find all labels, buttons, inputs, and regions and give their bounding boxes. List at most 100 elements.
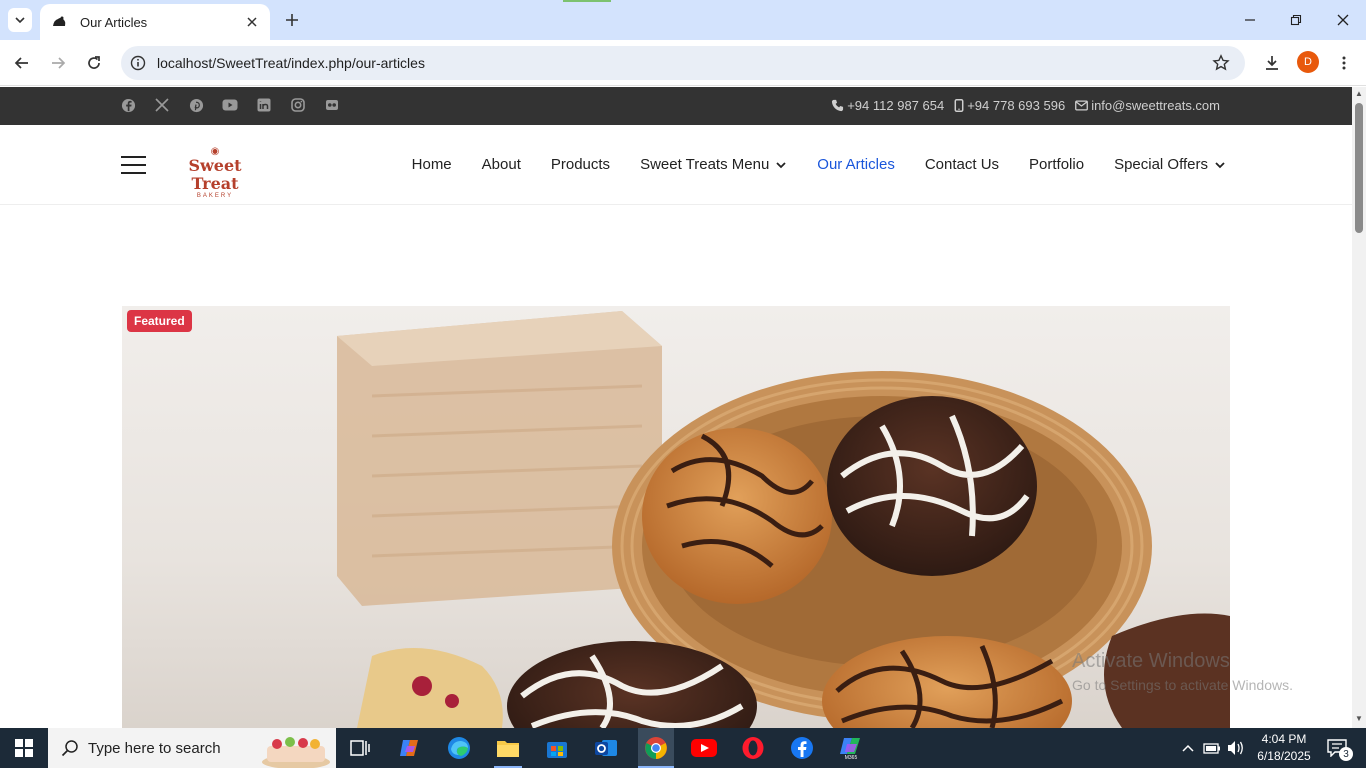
mobile-number: +94 778 693 596 [967, 98, 1066, 113]
watermark-subtitle: Go to Settings to activate Windows. [1072, 677, 1293, 693]
contact-info: +94 112 987 654 +94 778 693 596 info@swe… [831, 98, 1220, 113]
pinterest-icon[interactable] [188, 97, 204, 113]
nav-item-our-articles[interactable]: Our Articles [817, 156, 895, 173]
download-icon [1266, 56, 1278, 70]
flickr-icon[interactable] [324, 97, 340, 113]
site-header: ◉ Sweet Treat BAKERY Home About Products… [0, 125, 1352, 205]
close-window-button[interactable] [1331, 8, 1355, 32]
plus-icon [286, 14, 298, 26]
main-navigation: Home About Products Sweet Treats Menu Ou… [412, 156, 1226, 173]
windows-logo-icon [15, 739, 33, 757]
browser-toolbar: localhost/SweetTreat/index.php/our-artic… [0, 40, 1366, 86]
site-info-icon[interactable] [129, 54, 147, 72]
taskbar-search-box[interactable]: Type here to search [48, 728, 336, 768]
email-address: info@sweettreats.com [1091, 98, 1220, 113]
close-icon [1337, 14, 1349, 26]
battery-icon[interactable] [1200, 734, 1224, 762]
logo-subtitle: BAKERY [196, 193, 234, 199]
nav-item-about[interactable]: About [482, 156, 521, 173]
social-links [120, 97, 340, 113]
watermark-title: Activate Windows [1072, 650, 1230, 672]
browser-tab-bar: Our Articles [0, 0, 1366, 40]
scroll-up-arrow-icon[interactable]: ▲ [1355, 90, 1363, 98]
tab-title: Our Articles [80, 14, 148, 30]
nav-item-contact-us[interactable]: Contact Us [925, 156, 999, 173]
minimize-button[interactable] [1238, 8, 1262, 32]
x-icon[interactable] [154, 97, 170, 113]
restore-icon [1290, 14, 1302, 26]
hamburger-menu-icon[interactable] [121, 156, 146, 174]
volume-icon[interactable] [1224, 734, 1248, 762]
chevron-down-icon [776, 161, 786, 168]
site-favicon-icon [50, 13, 68, 31]
site-logo[interactable]: ◉ Sweet Treat BAKERY [167, 147, 263, 200]
bookmark-star-icon[interactable] [1211, 53, 1231, 73]
nav-item-special-offers[interactable]: Special Offers [1114, 156, 1226, 173]
new-tab-button[interactable] [282, 10, 302, 30]
scrollbar-thumb[interactable] [1355, 103, 1363, 233]
browser-menu-button[interactable] [1332, 51, 1356, 75]
nav-item-products[interactable]: Products [551, 156, 610, 173]
show-hidden-icons-chevron-icon[interactable] [1176, 734, 1200, 762]
phone-icon [832, 99, 844, 112]
nav-item-sweet-treats-menu[interactable]: Sweet Treats Menu [640, 156, 787, 173]
search-placeholder: Type here to search [88, 739, 221, 757]
arrow-right-icon [52, 57, 66, 69]
system-clock[interactable]: 4:04 PM 6/18/2025 [1256, 731, 1312, 765]
arrow-left-icon [14, 57, 28, 69]
youtube-app-icon[interactable] [690, 734, 718, 762]
back-button[interactable] [10, 51, 34, 75]
start-button[interactable] [0, 728, 48, 768]
envelope-icon [1075, 100, 1089, 111]
outlook-icon[interactable] [592, 734, 620, 762]
kebab-menu-icon [1342, 56, 1346, 70]
nav-item-portfolio[interactable]: Portfolio [1029, 156, 1084, 173]
clock-date: 6/18/2025 [1257, 749, 1311, 763]
minimize-icon [1245, 19, 1255, 21]
forward-button[interactable] [46, 51, 70, 75]
scroll-down-arrow-icon[interactable]: ▼ [1355, 715, 1363, 723]
nav-item-home[interactable]: Home [412, 156, 452, 173]
reload-icon [88, 56, 100, 69]
chrome-icon[interactable] [638, 728, 674, 768]
notification-center-icon[interactable]: 3 [1322, 734, 1353, 762]
browser-tab[interactable]: Our Articles [40, 4, 270, 40]
profile-avatar[interactable]: D [1297, 51, 1319, 73]
restore-button[interactable] [1284, 8, 1308, 32]
featured-badge: Featured [127, 310, 192, 332]
search-icon [60, 738, 80, 758]
svg-text:M365: M365 [845, 755, 858, 760]
opera-icon[interactable] [739, 734, 767, 762]
mobile-contact[interactable]: +94 778 693 596 [954, 98, 1065, 113]
muffins-basket-photo [122, 306, 1230, 728]
windows-taskbar: Type here to search M365 4:04 PM 6/18/20… [0, 728, 1366, 768]
address-bar[interactable]: localhost/SweetTreat/index.php/our-artic… [121, 46, 1245, 80]
microsoft-365-icon[interactable]: M365 [837, 734, 865, 762]
task-view-icon[interactable] [346, 734, 374, 762]
notification-count-badge: 3 [1339, 747, 1353, 761]
facebook-app-icon[interactable] [788, 734, 816, 762]
page-scrollbar[interactable]: ▲ ▼ [1352, 87, 1366, 728]
phone-contact[interactable]: +94 112 987 654 [831, 98, 944, 113]
copilot-icon[interactable] [396, 734, 424, 762]
cake-search-highlight-icon [256, 728, 336, 768]
reload-button[interactable] [82, 51, 106, 75]
phone-number: +94 112 987 654 [847, 98, 945, 113]
facebook-icon[interactable] [120, 97, 136, 113]
featured-article-image[interactable]: Featured [122, 306, 1230, 728]
file-explorer-icon[interactable] [494, 734, 522, 762]
tab-search-button[interactable] [8, 8, 32, 32]
email-contact[interactable]: info@sweettreats.com [1075, 98, 1220, 113]
tab-close-icon[interactable] [244, 14, 260, 30]
downloads-button[interactable] [1260, 51, 1284, 75]
linkedin-icon[interactable] [256, 97, 272, 113]
url-text[interactable]: localhost/SweetTreat/index.php/our-artic… [157, 55, 1211, 71]
instagram-icon[interactable] [290, 97, 306, 113]
site-top-bar: +94 112 987 654 +94 778 693 596 info@swe… [0, 87, 1352, 125]
youtube-icon[interactable] [222, 97, 238, 113]
microsoft-store-icon[interactable] [543, 734, 571, 762]
activate-windows-watermark: Activate Windows Go to Settings to activ… [1072, 650, 1293, 693]
chevron-down-icon [1215, 161, 1225, 168]
clock-time: 4:04 PM [1261, 732, 1307, 746]
edge-browser-icon[interactable] [445, 734, 473, 762]
